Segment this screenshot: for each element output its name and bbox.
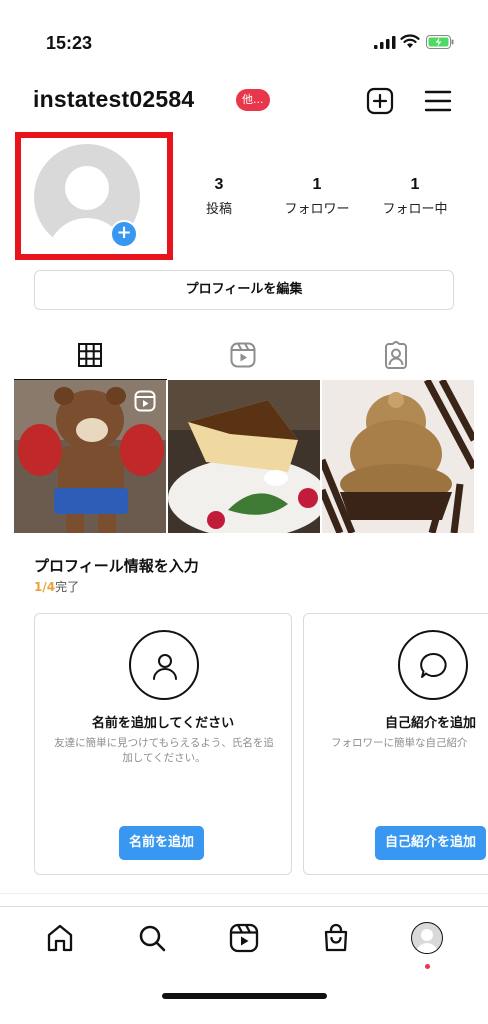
wifi-icon	[400, 34, 420, 48]
tab-grid[interactable]	[14, 332, 167, 380]
profile-header: instatest02584 他...	[0, 80, 488, 120]
nav-avatar-head	[421, 929, 433, 941]
progress-count: 1/4	[34, 580, 56, 594]
activity-dot	[425, 964, 430, 969]
add-name-description: 友達に簡単に見つけてもらえるよう、氏名を追加してください。	[54, 737, 274, 764]
nav-home[interactable]	[44, 922, 76, 954]
nav-reels[interactable]	[228, 922, 260, 954]
status-bar: 15:23	[0, 0, 488, 80]
add-bio-description: フォロワーに簡単な自己紹介	[331, 737, 468, 749]
followers-stat[interactable]: 1 フォロワー	[272, 176, 362, 217]
tab-reels[interactable]	[167, 332, 320, 380]
followers-label: フォロワー	[284, 202, 350, 217]
reels-icon	[229, 923, 259, 953]
tab-tagged[interactable]	[320, 332, 473, 380]
person-circle	[129, 630, 199, 700]
followers-count: 1	[312, 176, 322, 193]
reels-icon	[230, 342, 256, 368]
bottom-navigation	[0, 906, 488, 976]
following-count: 1	[410, 176, 420, 193]
person-icon	[153, 654, 177, 680]
edit-profile-button[interactable]: プロフィールを編集	[34, 270, 454, 310]
add-name-button[interactable]: 名前を追加	[119, 826, 205, 860]
nav-profile-avatar[interactable]	[411, 922, 443, 954]
home-indicator[interactable]	[162, 993, 327, 999]
hamburger-menu-icon[interactable]	[424, 88, 452, 114]
profile-setup-progress: 1/4完了	[34, 578, 79, 595]
posts-label: 投稿	[205, 202, 232, 217]
posts-stat[interactable]: 3 投稿	[174, 176, 264, 217]
post-thumbnail[interactable]	[14, 380, 166, 533]
add-bio-button[interactable]: 自己紹介を追加	[375, 826, 487, 860]
home-icon	[47, 924, 73, 952]
search-icon	[139, 925, 166, 952]
notification-badge[interactable]: 他...	[236, 89, 270, 111]
nav-avatar-body	[416, 943, 438, 953]
posts-count: 3	[214, 176, 224, 193]
following-stat[interactable]: 1 フォロー中	[370, 176, 460, 217]
avatar-placeholder-head	[65, 166, 109, 210]
add-name-title: 名前を追加してください	[91, 716, 235, 731]
post-thumbnail[interactable]	[168, 380, 320, 533]
tagged-icon	[385, 341, 407, 369]
shop-bag-icon	[324, 923, 348, 952]
status-time: 15:23	[46, 33, 93, 53]
profile-setup-title: プロフィール情報を入力	[34, 557, 199, 575]
add-bio-card: 自己紹介を追加 フォロワーに簡単な自己紹介 自己紹介を追加	[303, 613, 488, 875]
speech-bubble-icon	[420, 652, 447, 678]
mont-blanc-photo	[322, 380, 474, 533]
following-label: フォロー中	[382, 202, 448, 217]
profile-tabs	[14, 332, 474, 380]
add-name-card: 名前を追加してください 友達に簡単に見つけてもらえるよう、氏名を追加してください…	[34, 613, 292, 875]
nav-shop[interactable]	[320, 922, 352, 954]
create-post-icon[interactable]	[366, 87, 394, 115]
reel-indicator-icon	[134, 390, 156, 412]
grid-icon	[78, 343, 102, 367]
battery-charging-icon	[426, 35, 454, 49]
section-divider	[0, 893, 488, 894]
cellular-signal-icon	[374, 36, 396, 49]
add-photo-plus-icon[interactable]: +	[110, 220, 138, 248]
nav-search[interactable]	[136, 922, 168, 954]
add-bio-title: 自己紹介を追加	[385, 716, 477, 731]
post-thumbnail[interactable]	[322, 380, 474, 533]
username-switcher[interactable]: instatest02584	[33, 86, 194, 113]
posts-grid	[14, 380, 474, 533]
speech-circle	[398, 630, 468, 700]
progress-suffix: 完了	[55, 580, 80, 594]
cheesecake-photo	[168, 380, 320, 533]
